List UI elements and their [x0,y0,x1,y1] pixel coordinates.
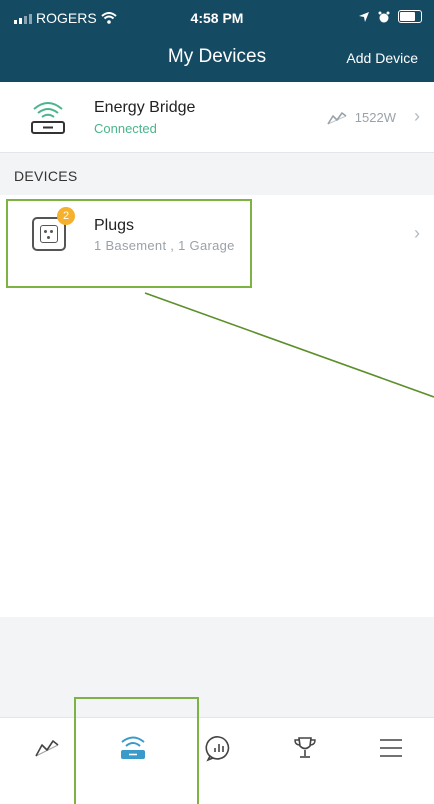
chevron-right-icon: › [414,106,420,126]
empty-space [0,617,434,717]
tab-usage[interactable] [4,718,90,778]
power-value: 1522W [354,110,396,125]
devices-section-label: DEVICES [14,168,78,184]
usage-graph-icon [327,111,347,124]
bridge-icon [121,736,145,759]
device-row-plugs[interactable]: 2 Plugs 1 Basement , 1 Garage › [0,195,434,291]
device-locations: 1 Basement , 1 Garage [94,238,235,253]
status-indicators [358,10,422,23]
tab-bar [0,717,434,778]
battery-icon [398,10,422,23]
menu-icon [380,739,402,757]
tab-achievements[interactable] [262,718,348,778]
tab-devices[interactable] [90,718,176,778]
tab-menu[interactable] [348,718,434,778]
alarm-icon [378,11,390,22]
insights-icon [205,736,230,762]
graph-icon [35,740,59,757]
devices-section-header: DEVICES [0,153,434,195]
energy-bridge-icon [31,102,65,134]
add-device-button[interactable]: Add Device [346,50,418,66]
power-reading: 1522W [327,110,396,125]
device-name: Plugs [94,217,135,234]
tab-insights[interactable] [176,718,262,778]
home-indicator-area [0,777,434,804]
trophy-icon [294,737,316,758]
chevron-right-icon: › [414,223,420,243]
device-count-badge: 2 [57,207,75,225]
status-bar: ROGERS 4:58 PM [0,10,434,30]
energy-bridge-row[interactable]: Energy Bridge Connected 1522W › [0,82,434,153]
header-bar: ROGERS 4:58 PM My Devices Add Device [0,0,434,82]
energy-bridge-status: Connected [94,121,157,136]
device-list: 2 Plugs 1 Basement , 1 Garage › [0,195,434,617]
location-icon [359,11,369,22]
energy-bridge-name: Energy Bridge [94,99,196,116]
